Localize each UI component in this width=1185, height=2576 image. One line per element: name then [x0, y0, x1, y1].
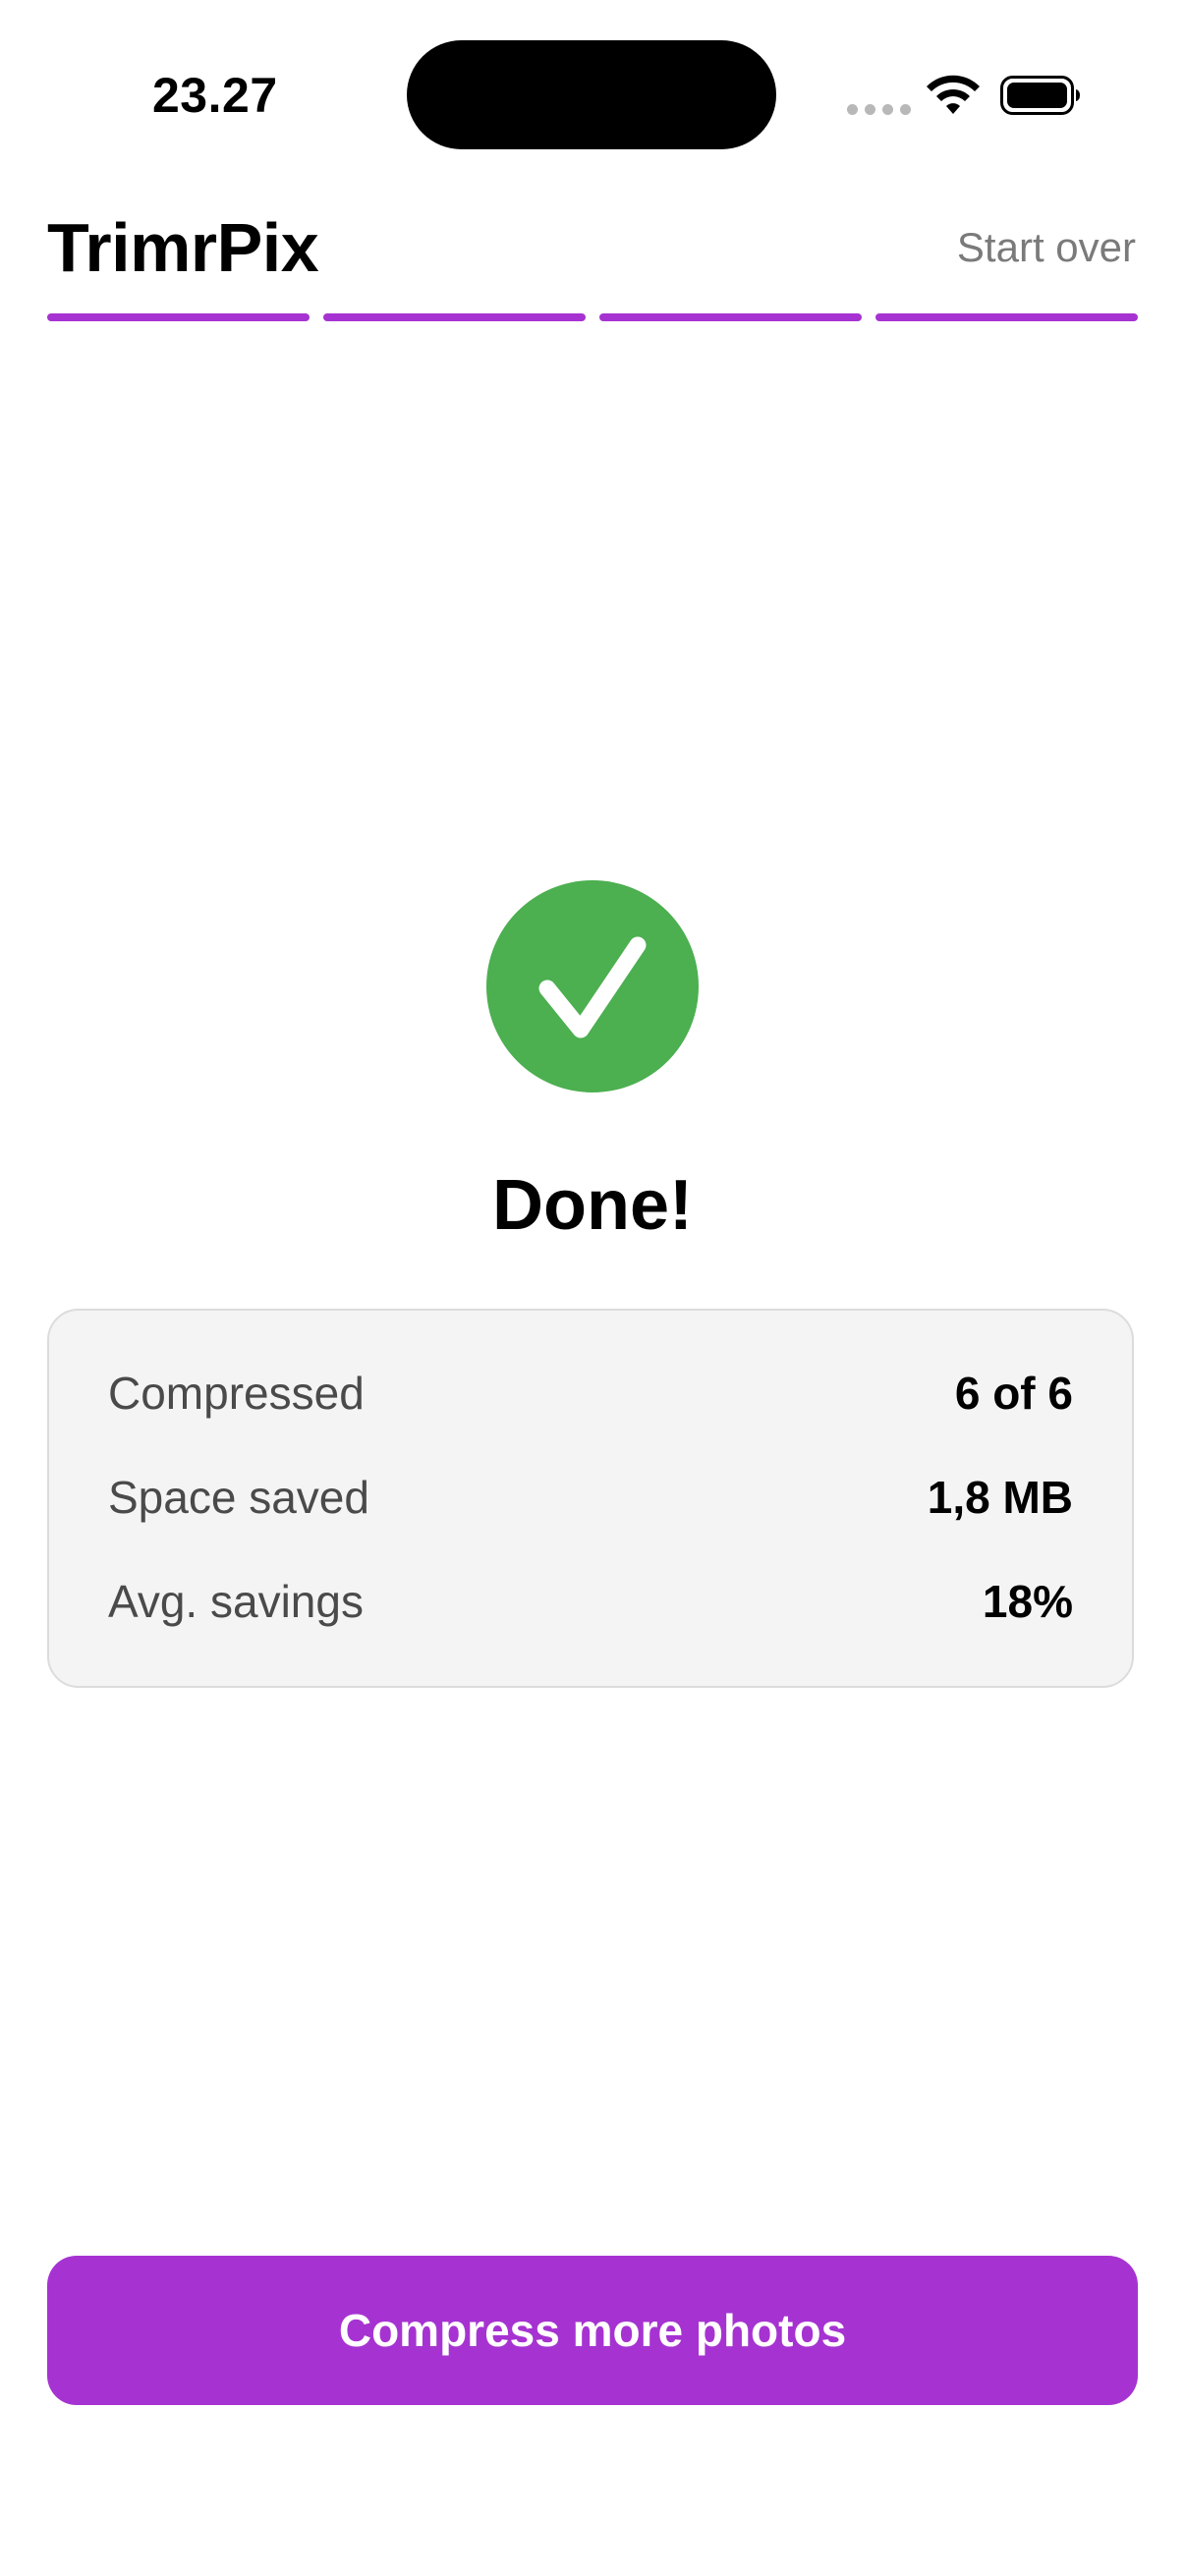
status-time: 23.27	[152, 68, 278, 123]
progress-step-4	[875, 313, 1138, 321]
stat-label: Compressed	[108, 1368, 365, 1419]
stat-label: Avg. savings	[108, 1576, 364, 1627]
progress-indicator	[47, 313, 1138, 321]
stat-label: Space saved	[108, 1472, 369, 1523]
stat-row-compressed: Compressed 6 of 6	[108, 1364, 1073, 1423]
app-title: TrimrPix	[47, 209, 319, 286]
stat-value: 18%	[982, 1576, 1073, 1627]
dynamic-island	[407, 40, 776, 149]
stat-row-space-saved: Space saved 1,8 MB	[108, 1468, 1073, 1527]
start-over-button[interactable]: Start over	[957, 224, 1136, 271]
status-bar: 23.27	[0, 0, 1185, 187]
progress-step-2	[323, 313, 586, 321]
progress-step-3	[599, 313, 862, 321]
checkmark-icon	[538, 936, 647, 1038]
compress-more-photos-button[interactable]: Compress more photos	[47, 2256, 1138, 2405]
stat-value: 1,8 MB	[927, 1472, 1073, 1523]
signal-dots-icon	[847, 104, 911, 115]
stats-card: Compressed 6 of 6 Space saved 1,8 MB Avg…	[47, 1309, 1134, 1688]
wifi-icon	[927, 75, 980, 114]
battery-icon	[1000, 76, 1080, 115]
stat-row-avg-savings: Avg. savings 18%	[108, 1572, 1073, 1631]
stat-value: 6 of 6	[954, 1368, 1073, 1419]
success-badge	[486, 880, 699, 1092]
result-title: Done!	[492, 1166, 693, 1245]
progress-step-1	[47, 313, 310, 321]
